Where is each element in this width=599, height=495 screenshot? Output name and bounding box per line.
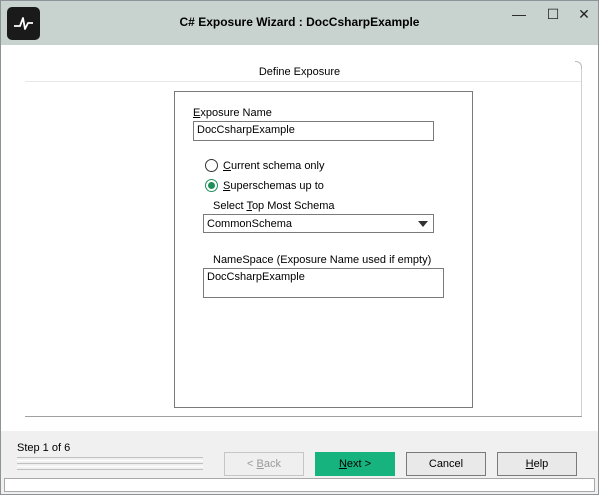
next-button[interactable]: Next >	[315, 452, 395, 476]
exposure-name-input[interactable]: DocCsharpExample	[193, 121, 434, 141]
header-divider	[25, 81, 581, 82]
namespace-input[interactable]: DocCsharpExample	[203, 268, 444, 298]
chevron-down-icon[interactable]	[413, 215, 433, 232]
step-indicator: Step 1 of 6	[17, 442, 71, 454]
exposure-name-label: Exposure Name	[193, 107, 272, 119]
top-schema-value: CommonSchema	[207, 218, 292, 230]
namespace-label: NameSpace (Exposure Name used if empty)	[213, 254, 432, 266]
current-schema-label[interactable]: Current schema only	[223, 160, 325, 172]
superschemas-radio[interactable]	[205, 179, 218, 192]
title-bar: C# Exposure Wizard : DocCsharpExample — …	[1, 1, 598, 45]
top-schema-select[interactable]: CommonSchema	[203, 214, 434, 233]
current-schema-radio[interactable]	[205, 159, 218, 172]
minimize-icon[interactable]: —	[508, 5, 530, 23]
cancel-button[interactable]: Cancel	[406, 452, 486, 476]
content-divider	[25, 416, 582, 417]
right-divider	[581, 69, 582, 416]
top-schema-label: Select Top Most Schema	[213, 200, 335, 212]
wizard-window: C# Exposure Wizard : DocCsharpExample — …	[0, 0, 599, 495]
maximize-icon[interactable]: ☐	[542, 5, 564, 23]
status-bar	[4, 478, 595, 492]
superschemas-label[interactable]: Superschemas up to	[223, 180, 324, 192]
back-button[interactable]: < Back	[224, 452, 304, 476]
section-title: Define Exposure	[258, 66, 341, 78]
help-button[interactable]: Help	[497, 452, 577, 476]
close-icon[interactable]: ✕	[573, 5, 595, 23]
step-progress	[17, 457, 203, 471]
